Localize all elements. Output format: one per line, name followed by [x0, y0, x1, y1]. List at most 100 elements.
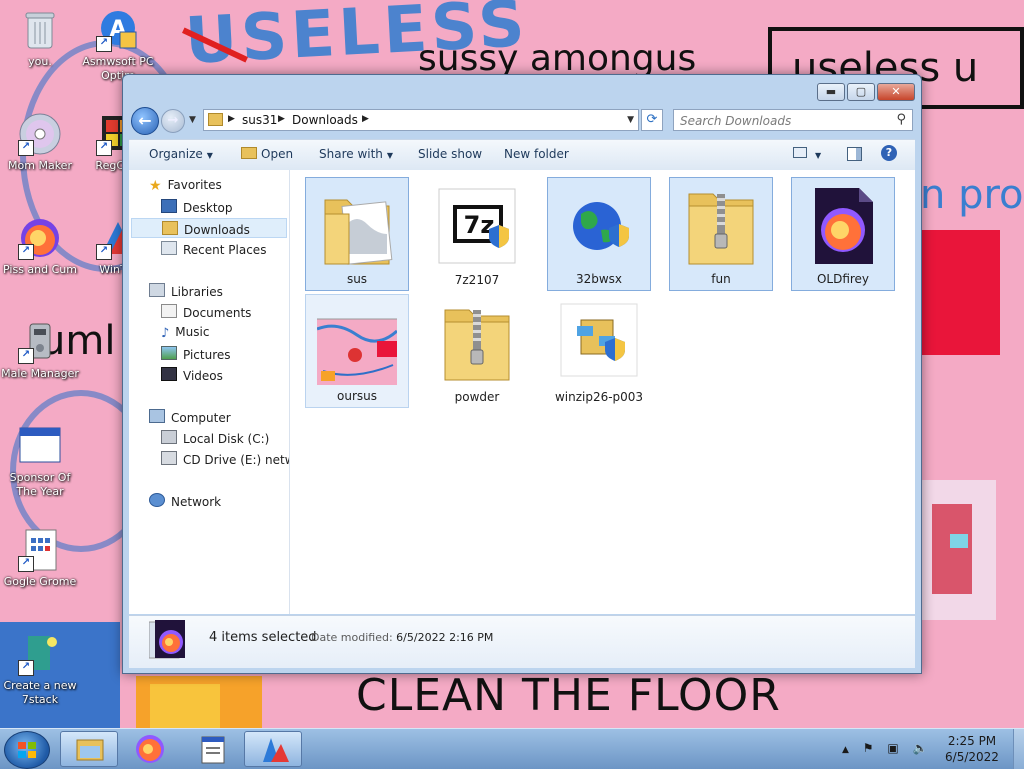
- date-modified-label: Date modified:: [311, 631, 393, 644]
- new-folder-button[interactable]: New folder: [504, 147, 569, 161]
- nav-downloads[interactable]: Downloads: [131, 218, 287, 238]
- 7stack-icon: ↗: [18, 632, 62, 676]
- slide-show-button[interactable]: Slide show: [418, 147, 482, 161]
- date-modified: Date modified: 6/5/2022 2:16 PM: [311, 631, 493, 644]
- calculator-doc-icon: ↗: [18, 528, 62, 572]
- folder-icon: [208, 113, 223, 126]
- nav-network[interactable]: Network: [149, 493, 221, 509]
- nav-libraries[interactable]: Libraries: [149, 283, 223, 299]
- desktop-icon-sponsor[interactable]: Sponsor Of The Year: [0, 424, 80, 499]
- zip-folder-icon: [681, 184, 761, 268]
- cd-drive-icon: [161, 451, 177, 465]
- shortcut-arrow-icon: ↗: [96, 140, 112, 156]
- taskbar-firefox[interactable]: [120, 731, 178, 767]
- nav-label: Pictures: [183, 348, 231, 362]
- clock[interactable]: 2:25 PM 6/5/2022: [930, 733, 1014, 765]
- address-bar[interactable]: ▶ sus31 ▶ Downloads ▶ ▼: [203, 109, 639, 131]
- file-name: OLDfirey: [816, 272, 870, 286]
- start-button[interactable]: [4, 731, 50, 769]
- manager-icon: ↗: [18, 320, 62, 364]
- search-input[interactable]: [678, 112, 882, 130]
- breadcrumb-separator[interactable]: ▶: [278, 114, 285, 124]
- address-dropdown-icon[interactable]: ▼: [627, 115, 634, 125]
- maximize-button[interactable]: ▢: [847, 83, 875, 101]
- refresh-button[interactable]: ⟳: [641, 109, 663, 131]
- desktop-icon: [161, 199, 177, 213]
- search-icon[interactable]: ⚲: [896, 112, 906, 127]
- wallpaper-clean-text: CLEAN THE FLOOR: [356, 670, 781, 721]
- show-hidden-icons-button[interactable]: ▲: [842, 745, 849, 755]
- file-list: sus 7z 7z2107 32bwsx fun OLDfirey oursus…: [295, 170, 915, 614]
- slide-show-label: Slide show: [418, 147, 483, 161]
- file-item-powder[interactable]: powder: [425, 294, 529, 408]
- nav-music[interactable]: ♪ Music: [161, 325, 209, 341]
- breadcrumb-separator[interactable]: ▶: [362, 114, 369, 124]
- file-name: fun: [711, 272, 731, 286]
- flag-icon[interactable]: ⚑: [863, 741, 874, 755]
- preview-pane-button[interactable]: [847, 147, 862, 164]
- breadcrumb-sus31[interactable]: sus31: [242, 113, 277, 127]
- nav-local-disk[interactable]: Local Disk (C:): [161, 430, 269, 446]
- desktop-icon-label: Gogle Grome: [3, 575, 77, 588]
- volume-icon[interactable]: 🔈: [913, 741, 928, 755]
- command-bar: Organize ▼ Open Share with ▼ Slide show Ne…: [129, 139, 915, 171]
- nav-label: Computer: [171, 411, 231, 425]
- desktop-icon-asmwsoft[interactable]: A ↗ Asmwsoft PC Optim: [78, 8, 158, 83]
- nav-favorites[interactable]: ★ Favorites: [149, 178, 222, 194]
- network-icon[interactable]: ▣: [887, 741, 898, 755]
- shortcut-arrow-icon: ↗: [18, 556, 34, 572]
- help-button[interactable]: ?: [881, 145, 897, 161]
- nav-label: Downloads: [184, 223, 250, 237]
- forward-button[interactable]: →: [161, 109, 185, 133]
- search-box[interactable]: ⚲: [673, 109, 913, 131]
- desktop-icon-gogle-grome[interactable]: ↗ Gogle Grome: [0, 528, 80, 589]
- file-item-32bwsx[interactable]: 32bwsx: [547, 177, 651, 291]
- file-item-7z2107[interactable]: 7z 7z2107: [425, 177, 529, 291]
- nav-cd-drive[interactable]: CD Drive (E:) networ: [161, 451, 289, 467]
- breadcrumb-downloads[interactable]: Downloads: [292, 113, 358, 127]
- back-button[interactable]: ←: [131, 107, 159, 135]
- desktop-icon-you[interactable]: you.: [0, 8, 80, 69]
- file-item-fun[interactable]: fun: [669, 177, 773, 291]
- nav-documents[interactable]: Documents: [161, 304, 251, 320]
- network-icon: [149, 493, 165, 507]
- winzip-installer-icon: [559, 300, 639, 384]
- 7zip-installer-icon: 7z: [437, 183, 517, 267]
- folder-icon: [317, 184, 397, 268]
- nav-computer[interactable]: Computer: [149, 409, 231, 425]
- window-titlebar[interactable]: ▬ ▢ ✕: [123, 75, 921, 105]
- nav-label: Desktop: [183, 201, 233, 215]
- file-item-oursus[interactable]: oursus: [305, 294, 409, 408]
- show-desktop-button[interactable]: [1013, 729, 1024, 769]
- file-item-oldfirey[interactable]: OLDfirey: [791, 177, 895, 291]
- file-item-sus[interactable]: sus: [305, 177, 409, 291]
- breadcrumb-separator[interactable]: ▶: [228, 114, 235, 124]
- nav-desktop[interactable]: Desktop: [161, 199, 233, 215]
- recent-pages-dropdown[interactable]: ▼: [189, 115, 196, 125]
- taskbar-explorer[interactable]: [60, 731, 118, 767]
- file-item-winzip26[interactable]: winzip26-p003: [547, 294, 651, 408]
- open-button[interactable]: Open: [241, 147, 293, 161]
- help-icon: ?: [881, 145, 897, 161]
- music-icon: ♪: [161, 326, 170, 341]
- nav-label: Favorites: [167, 178, 222, 192]
- desktop-icon-male-manager[interactable]: ↗ Male Manager: [0, 320, 80, 381]
- desktop-icon-7stack[interactable]: ↗ Create a new 7stack: [0, 632, 80, 707]
- desktop-icon-firefox[interactable]: ↗ Piss and Cum: [0, 216, 80, 277]
- pictures-icon: [161, 346, 177, 360]
- nav-pictures[interactable]: Pictures: [161, 346, 231, 362]
- taskbar-app-window[interactable]: [182, 731, 240, 767]
- organize-button[interactable]: Organize ▼: [149, 147, 213, 161]
- nav-videos[interactable]: Videos: [161, 367, 223, 383]
- minimize-button[interactable]: ▬: [817, 83, 845, 101]
- documents-icon: [161, 304, 177, 318]
- file-name: 7z2107: [454, 273, 500, 287]
- taskbar-setup[interactable]: [244, 731, 302, 767]
- close-button[interactable]: ✕: [877, 83, 915, 101]
- view-options-button[interactable]: ▼: [793, 147, 821, 161]
- downloads-folder-icon: [162, 221, 178, 235]
- wallpaper-sussy-text: sussy amongus: [418, 38, 697, 79]
- nav-recent-places[interactable]: Recent Places: [161, 241, 266, 257]
- share-with-button[interactable]: Share with ▼: [319, 147, 393, 161]
- desktop-icon-mom-maker[interactable]: ↗ Mom Maker: [0, 112, 80, 173]
